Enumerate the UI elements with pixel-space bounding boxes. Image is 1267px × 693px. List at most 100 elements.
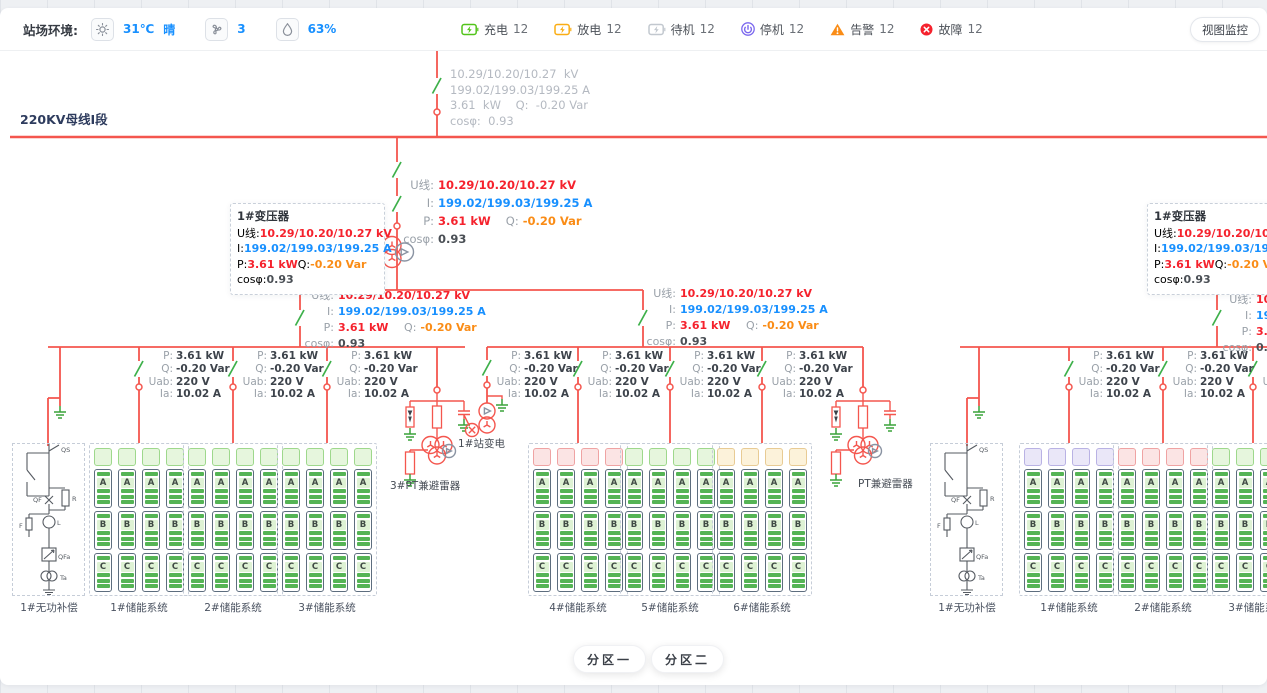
storage-system-block[interactable]: AAAABBBBCCCC bbox=[89, 443, 189, 596]
cluster-letter: B bbox=[1263, 520, 1267, 530]
battery-cluster-cell: A bbox=[1190, 469, 1208, 508]
pcs-status-indicator bbox=[118, 448, 136, 466]
battery-cluster-cell: B bbox=[118, 511, 136, 550]
battery-cluster-cell: C bbox=[717, 553, 735, 592]
cluster-letter: C bbox=[676, 562, 689, 572]
battery-cluster-cell: A bbox=[94, 469, 112, 508]
feeder-measurement: P:3.61 kW Q:-0.20 Var Uab:220 V Ia:10.02… bbox=[586, 350, 669, 401]
battery-cluster-cell: A bbox=[118, 469, 136, 508]
battery-cluster-cell: B bbox=[1118, 511, 1136, 550]
system-label: 1#无功补偿 bbox=[0, 600, 99, 615]
battery-cluster-cell: A bbox=[533, 469, 551, 508]
transformer-box-right: 1#变压器 U线:10.29/10.20/10.27 kV I:199.02/1… bbox=[1147, 203, 1267, 295]
cluster-letter: B bbox=[169, 520, 182, 530]
zone-two-button[interactable]: 分区二 bbox=[651, 645, 724, 673]
cluster-letter: B bbox=[309, 520, 322, 530]
storage-system-block[interactable]: AAAABBBBCCCC bbox=[1113, 443, 1213, 596]
pcs-status-indicator bbox=[1142, 448, 1160, 466]
cluster-letter: C bbox=[744, 562, 757, 572]
pcs-status-indicator bbox=[94, 448, 112, 466]
storage-system-block[interactable]: AAAABBBBCCCC bbox=[1207, 443, 1267, 596]
pcs-status-indicator bbox=[789, 448, 807, 466]
battery-cluster-cell: A bbox=[741, 469, 759, 508]
station-environment: 站场环境: 31℃ 晴 3 63% bbox=[23, 8, 336, 50]
battery-cluster-cell: B bbox=[1260, 511, 1267, 550]
storage-system-block[interactable]: AAAABBBBCCCC bbox=[528, 443, 628, 596]
pcs-status-indicator bbox=[1072, 448, 1090, 466]
battery-cluster-cell: A bbox=[142, 469, 160, 508]
right-section-measurement: U线:10.29/10.20/10.27 kV I:199.02/199.03/… bbox=[1218, 292, 1267, 356]
battery-cluster-cell: A bbox=[1118, 469, 1136, 508]
compensation-device-label: QS bbox=[61, 446, 70, 454]
standby-icon bbox=[648, 23, 666, 36]
cluster-letter: A bbox=[676, 478, 689, 488]
incoming-measurement-row: 10.29/10.20/10.27 kV bbox=[450, 67, 590, 83]
pcs-status-indicator bbox=[1096, 448, 1114, 466]
cluster-letter: A bbox=[792, 478, 805, 488]
cluster-letter: B bbox=[1075, 520, 1088, 530]
zone-one-button[interactable]: 分区一 bbox=[573, 645, 646, 673]
weather-value: 晴 bbox=[163, 21, 175, 38]
cluster-letter: C bbox=[333, 562, 346, 572]
battery-cluster-cell: B bbox=[1048, 511, 1066, 550]
feeder-measurement: P:3.61 kW Q:-0.20 Var Uab:220 V Ia:10.02… bbox=[335, 350, 418, 401]
cluster-letter: A bbox=[215, 478, 228, 488]
battery-cluster-cell: C bbox=[741, 553, 759, 592]
battery-cluster-cell: A bbox=[1096, 469, 1114, 508]
storage-system-block[interactable]: AAAABBBBCCCC bbox=[620, 443, 720, 596]
pcs-status-indicator bbox=[1166, 448, 1184, 466]
pcs-status-indicator bbox=[1190, 448, 1208, 466]
view-monitor-button[interactable]: 视图监控 bbox=[1190, 17, 1260, 42]
pcs-status-indicator bbox=[282, 448, 300, 466]
battery-cluster-cell: A bbox=[1236, 469, 1254, 508]
legend-label: 放电 bbox=[577, 21, 601, 38]
battery-cluster-cell: B bbox=[212, 511, 230, 550]
battery-cluster-cell: A bbox=[1048, 469, 1066, 508]
battery-cluster-cell: A bbox=[765, 469, 783, 508]
cluster-letter: A bbox=[1215, 478, 1228, 488]
cluster-letter: A bbox=[97, 478, 110, 488]
battery-cluster-cell: B bbox=[166, 511, 184, 550]
cluster-letter: B bbox=[676, 520, 689, 530]
cluster-letter: C bbox=[536, 562, 549, 572]
cluster-letter: A bbox=[1121, 478, 1134, 488]
cluster-letter: C bbox=[239, 562, 252, 572]
battery-cluster-cell: C bbox=[649, 553, 667, 592]
cluster-letter: C bbox=[1027, 562, 1040, 572]
battery-cluster-cell: A bbox=[789, 469, 807, 508]
cluster-letter: C bbox=[608, 562, 621, 572]
incoming-measurement-row: 199.02/199.03/199.25 A bbox=[450, 83, 590, 99]
cluster-letter: C bbox=[628, 562, 641, 572]
battery-cluster-cell: B bbox=[1236, 511, 1254, 550]
battery-cluster-cell: C bbox=[142, 553, 160, 592]
left-section-measurement: U线:10.29/10.20/10.27 kV I:199.02/199.03/… bbox=[300, 288, 486, 352]
cluster-letter: C bbox=[700, 562, 713, 572]
system-label: 4#储能系统 bbox=[528, 600, 628, 615]
cluster-letter: B bbox=[1193, 520, 1206, 530]
battery-cluster-cell: B bbox=[1166, 511, 1184, 550]
transformer-box-title: 1#变压器 bbox=[237, 209, 376, 225]
cluster-letter: A bbox=[1145, 478, 1158, 488]
wind-value: 3 bbox=[237, 22, 245, 36]
storage-system-block[interactable]: AAAABBBBCCCC bbox=[183, 443, 283, 596]
battery-cluster-cell: C bbox=[557, 553, 575, 592]
battery-cluster-cell: B bbox=[625, 511, 643, 550]
battery-cluster-cell: B bbox=[581, 511, 599, 550]
storage-system-block[interactable]: AAAABBBBCCCC bbox=[712, 443, 812, 596]
compensation-device-label: QF bbox=[33, 496, 42, 504]
cluster-letter: A bbox=[1263, 478, 1267, 488]
legend-item-fault: 故障12 bbox=[920, 21, 982, 38]
cluster-letter: B bbox=[1215, 520, 1228, 530]
pcs-status-indicator bbox=[1212, 448, 1230, 466]
battery-cluster-cell: B bbox=[1096, 511, 1114, 550]
storage-system-block[interactable]: AAAABBBBCCCC bbox=[277, 443, 377, 596]
compensation-device-label: QS bbox=[979, 446, 988, 454]
system-label: 6#储能系统 bbox=[712, 600, 812, 615]
storage-system-block[interactable]: AAAABBBBCCCC bbox=[1019, 443, 1119, 596]
battery-cluster-cell: C bbox=[188, 553, 206, 592]
battery-cluster-cell: C bbox=[212, 553, 230, 592]
legend-item-charge: 充电12 bbox=[461, 21, 528, 38]
feeder-measurement: P:3.61 kW Q:-0.20 Var Uab:220 V Ia:10.02… bbox=[1171, 350, 1254, 401]
reactive-compensation-box: QSQFRFLQFaTa bbox=[930, 443, 1003, 596]
system-label: 1#无功补偿 bbox=[917, 600, 1017, 615]
